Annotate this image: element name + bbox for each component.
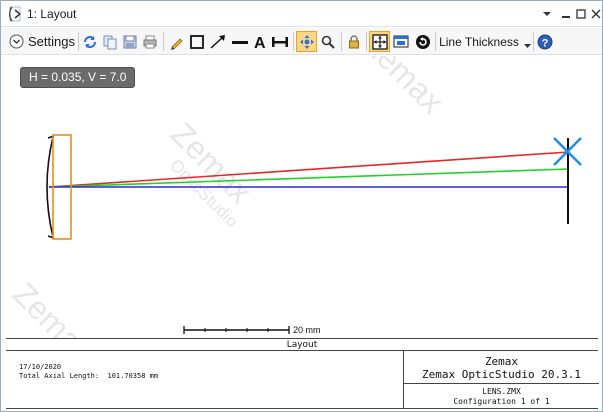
footer-date: 17/10/2020 xyxy=(19,363,62,371)
svg-text:Zemax: Zemax xyxy=(356,56,451,120)
line-thickness-label: Line Thickness xyxy=(439,34,519,49)
ray-green xyxy=(48,168,570,188)
settings-button[interactable]: Settings xyxy=(7,31,77,52)
ray-red xyxy=(48,151,570,188)
scale-bar-label: 20 mm xyxy=(293,325,321,335)
footer-title: Layout xyxy=(6,338,598,351)
pencil-icon[interactable] xyxy=(168,31,186,52)
title-bar[interactable]: 1: Layout xyxy=(1,1,602,27)
arrow-icon[interactable] xyxy=(208,31,228,52)
print-icon[interactable] xyxy=(141,31,159,52)
footer-file-box: LENS.ZMX Configuration 1 of 1 xyxy=(404,385,599,409)
footer-company: Zemax xyxy=(484,355,519,368)
line-icon[interactable] xyxy=(230,31,250,52)
zoom-icon[interactable] xyxy=(319,31,337,52)
toolbar-divider xyxy=(366,32,367,51)
toolbar-divider xyxy=(435,32,436,51)
save-icon[interactable] xyxy=(121,31,139,52)
toolbar-divider xyxy=(341,32,342,51)
footer-axial-length: Total Axial Length: 101.70358 mm xyxy=(19,372,159,380)
window-title: 1: Layout xyxy=(27,7,77,21)
toolbar: Settings A Line Thickness ? xyxy=(1,28,602,55)
chevron-down-icon[interactable] xyxy=(539,6,555,22)
help-icon[interactable]: ? xyxy=(536,31,554,52)
scale-bar xyxy=(183,326,290,334)
footer-product-box: Zemax Zemax OpticStudio 20.3.1 xyxy=(404,351,599,384)
toolbar-divider xyxy=(293,32,294,51)
toolbar-divider xyxy=(533,32,534,51)
refresh-icon[interactable] xyxy=(81,31,99,52)
close-icon[interactable] xyxy=(588,6,603,22)
footer-info-box: 17/10/2020 Total Axial Length: 101.70358… xyxy=(6,351,599,409)
window-icon[interactable] xyxy=(392,31,412,52)
reset-icon[interactable] xyxy=(414,31,432,52)
lock-icon[interactable] xyxy=(345,31,363,52)
settings-label: Settings xyxy=(28,34,75,49)
minimize-icon[interactable] xyxy=(558,6,574,22)
toolbar-divider xyxy=(163,32,164,51)
layout-window: 1: Layout Settings A Line Thickness ? Ze… xyxy=(0,0,603,412)
svg-text:Zemax: Zemax xyxy=(6,275,101,339)
watermark: Zemax OpticStudio Zemax Zemax xyxy=(6,25,451,370)
info-badge: H = 0.035, V = 7.0 xyxy=(20,67,136,88)
footer-product: Zemax OpticStudio 20.3.1 xyxy=(422,368,581,381)
expand-circle-icon xyxy=(9,34,24,49)
svg-text:?: ? xyxy=(542,37,549,49)
line-thickness-dropdown[interactable]: Line Thickness xyxy=(439,31,531,52)
toolbar-divider xyxy=(78,32,79,51)
dimension-icon[interactable] xyxy=(270,31,290,52)
layout-plot[interactable]: Zemax OpticStudio Zemax Zemax 20 mm xyxy=(1,25,602,370)
zemax-window-icon xyxy=(7,6,23,22)
pan-icon[interactable] xyxy=(296,31,317,52)
text-icon[interactable]: A xyxy=(252,31,268,52)
footer-right: Zemax Zemax OpticStudio 20.3.1 LENS.ZMX … xyxy=(403,351,599,409)
fit-icon[interactable] xyxy=(369,31,390,52)
maximize-icon[interactable] xyxy=(573,6,589,22)
footer-left: 17/10/2020 Total Axial Length: 101.70358… xyxy=(19,363,158,381)
copy-icon[interactable] xyxy=(101,31,119,52)
dropdown-arrow-icon xyxy=(523,38,531,48)
layout-drawing: Zemax OpticStudio Zemax Zemax 20 mm xyxy=(6,25,582,370)
footer-file: LENS.ZMX xyxy=(482,387,521,396)
footer-configuration: Configuration 1 of 1 xyxy=(453,397,550,406)
svg-text:A: A xyxy=(254,35,266,50)
rectangle-icon[interactable] xyxy=(188,31,206,52)
